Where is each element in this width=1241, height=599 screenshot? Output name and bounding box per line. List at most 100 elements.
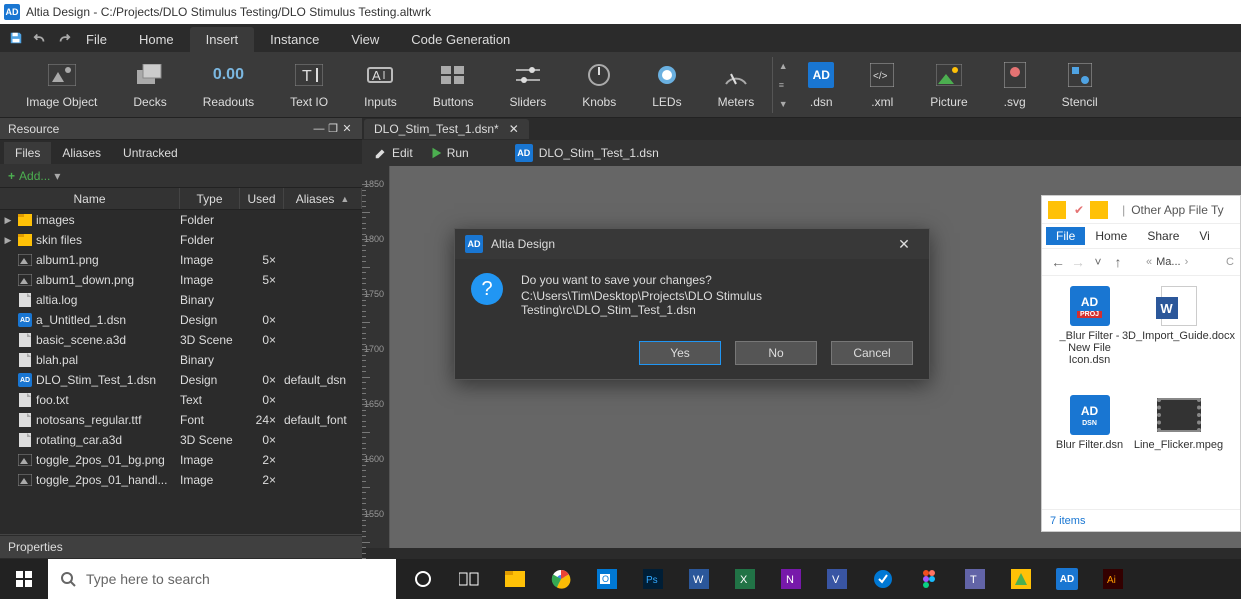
doc-tab[interactable]: DLO_Stim_Test_1.dsn* ✕ xyxy=(364,119,529,139)
excel-icon[interactable]: X xyxy=(722,559,768,599)
table-row[interactable]: ADa_Untitled_1.dsnDesign0× xyxy=(0,310,362,330)
taskbar-tray: O Ps W X N V T AD Ai xyxy=(396,559,1241,599)
explorer-window: ✔ | Other App File Ty File Home Share Vi… xyxy=(1041,195,1241,532)
menu-home[interactable]: Home xyxy=(123,27,190,52)
exp-menu-home[interactable]: Home xyxy=(1085,227,1137,245)
fwd-icon[interactable]: → xyxy=(1068,254,1088,270)
panel-close-icon[interactable]: ✕ xyxy=(340,122,354,135)
file-type-icon xyxy=(16,274,34,286)
menu-instance[interactable]: Instance xyxy=(254,27,335,52)
tab-aliases[interactable]: Aliases xyxy=(51,142,112,164)
close-tab-icon[interactable]: ✕ xyxy=(509,122,519,136)
ribbon-textio[interactable]: TText IO xyxy=(272,55,346,115)
ribbon-svg[interactable]: .svg xyxy=(986,55,1044,115)
word-icon[interactable]: W xyxy=(676,559,722,599)
yes-button[interactable]: Yes xyxy=(639,341,721,365)
col-name[interactable]: Name xyxy=(0,188,180,209)
menu-insert[interactable]: Insert xyxy=(190,27,255,52)
table-row[interactable]: ▶imagesFolder xyxy=(0,210,362,230)
up-arrow-icon[interactable]: ↑ xyxy=(1108,254,1128,270)
exp-menu-file[interactable]: File xyxy=(1046,227,1085,245)
ribbon-label: .xml xyxy=(871,95,893,109)
ribbon-inputs[interactable]: AInputs xyxy=(346,55,415,115)
explorer-icon[interactable] xyxy=(492,559,538,599)
table-row[interactable]: album1_down.pngImage5× xyxy=(0,270,362,290)
properties-header[interactable]: Properties xyxy=(0,536,362,558)
outlook-icon[interactable]: O xyxy=(584,559,630,599)
col-used[interactable]: Used xyxy=(240,188,284,209)
table-row[interactable]: toggle_2pos_01_bg.pngImage2× xyxy=(0,450,362,470)
ribbon-knobs[interactable]: Knobs xyxy=(564,55,634,115)
ribbon-picture[interactable]: Picture xyxy=(912,55,985,115)
start-button[interactable] xyxy=(0,559,48,599)
add-button[interactable]: +Add...▾ xyxy=(0,164,362,188)
ribbon-label: Sliders xyxy=(510,95,547,109)
explorer-file[interactable]: ADDSNBlur Filter.dsn xyxy=(1052,395,1127,466)
table-row[interactable]: basic_scene.a3d3D Scene0× xyxy=(0,330,362,350)
app2-icon[interactable] xyxy=(998,559,1044,599)
menu-codegen[interactable]: Code Generation xyxy=(395,27,526,52)
table-row[interactable]: foo.txtText0× xyxy=(0,390,362,410)
explorer-status: 7 items xyxy=(1042,509,1240,531)
panel-float-icon[interactable]: ❐ xyxy=(326,122,340,135)
ribbon: Image Object Decks 0.00Readouts TText IO… xyxy=(0,52,1241,118)
menu-view[interactable]: View xyxy=(335,27,395,52)
explorer-file[interactable]: Line_Flicker.mpeg xyxy=(1141,395,1216,466)
app-icon[interactable] xyxy=(860,559,906,599)
breadcrumb[interactable]: « Ma... › C xyxy=(1128,255,1234,269)
ribbon-sliders[interactable]: Sliders xyxy=(492,55,565,115)
figma-icon[interactable] xyxy=(906,559,952,599)
back-icon[interactable]: ← xyxy=(1048,254,1068,270)
ribbon-readouts[interactable]: 0.00Readouts xyxy=(185,55,272,115)
dialog-close-icon[interactable]: ✕ xyxy=(889,236,919,253)
cancel-button[interactable]: Cancel xyxy=(831,341,913,365)
ribbon-meters[interactable]: Meters xyxy=(700,55,773,115)
illustrator-icon[interactable]: Ai xyxy=(1090,559,1136,599)
chrome-icon[interactable] xyxy=(538,559,584,599)
exp-menu-share[interactable]: Share xyxy=(1137,227,1189,245)
ribbon-decks[interactable]: Decks xyxy=(115,55,184,115)
doc-file[interactable]: ADDLO_Stim_Test_1.dsn xyxy=(507,142,667,164)
ribbon-expand[interactable]: ▲≡▼ xyxy=(772,57,790,113)
teams-icon[interactable]: T xyxy=(952,559,998,599)
doc-tabs: DLO_Stim_Test_1.dsn* ✕ xyxy=(362,118,1241,140)
panel-minimize-icon[interactable]: — xyxy=(312,123,326,135)
table-row[interactable]: ADDLO_Stim_Test_1.dsnDesign0×default_dsn xyxy=(0,370,362,390)
photoshop-icon[interactable]: Ps xyxy=(630,559,676,599)
table-row[interactable]: notosans_regular.ttfFont24×default_font xyxy=(0,410,362,430)
no-button[interactable]: No xyxy=(735,341,817,365)
exp-menu-view[interactable]: Vi xyxy=(1189,227,1219,245)
table-row[interactable]: rotating_car.a3d3D Scene0× xyxy=(0,430,362,450)
visio-icon[interactable]: V xyxy=(814,559,860,599)
explorer-file[interactable]: W3D_Import_Guide.docx xyxy=(1141,286,1216,381)
run-button[interactable]: Run xyxy=(421,144,477,162)
tab-untracked[interactable]: Untracked xyxy=(112,142,189,164)
table-row[interactable]: altia.logBinary xyxy=(0,290,362,310)
altia-icon[interactable]: AD xyxy=(1044,559,1090,599)
menu-file[interactable]: File xyxy=(70,27,123,52)
table-row[interactable]: album1.pngImage5× xyxy=(0,250,362,270)
table-row[interactable]: blah.palBinary xyxy=(0,350,362,370)
ribbon-buttons[interactable]: Buttons xyxy=(415,55,492,115)
up-icon[interactable]: ˅ xyxy=(1088,255,1108,269)
explorer-titlebar[interactable]: ✔ | Other App File Ty xyxy=(1042,196,1240,224)
search-input[interactable]: Type here to search xyxy=(48,559,396,599)
taskview-icon[interactable] xyxy=(446,559,492,599)
ribbon-stencil[interactable]: Stencil xyxy=(1044,55,1116,115)
col-aliases[interactable]: Aliases▲ xyxy=(284,188,362,209)
ribbon-dsn[interactable]: AD.dsn xyxy=(790,55,852,115)
ribbon-leds[interactable]: LEDs xyxy=(634,55,699,115)
table-row[interactable]: ▶skin filesFolder xyxy=(0,230,362,250)
save-icon[interactable] xyxy=(6,28,26,48)
undo-icon[interactable] xyxy=(30,28,50,48)
explorer-file[interactable]: ADPROJ_Blur Filter - New File Icon.dsn xyxy=(1052,286,1127,381)
col-type[interactable]: Type xyxy=(180,188,240,209)
edit-button[interactable]: Edit xyxy=(366,144,421,162)
tab-files[interactable]: Files xyxy=(4,142,51,164)
table-row[interactable]: toggle_2pos_01_handl...Image2× xyxy=(0,470,362,490)
ribbon-xml[interactable]: </>.xml xyxy=(852,55,912,115)
onenote-icon[interactable]: N xyxy=(768,559,814,599)
dialog-title: Altia Design xyxy=(491,237,555,251)
cortana-icon[interactable] xyxy=(400,559,446,599)
ribbon-image-object[interactable]: Image Object xyxy=(8,55,115,115)
